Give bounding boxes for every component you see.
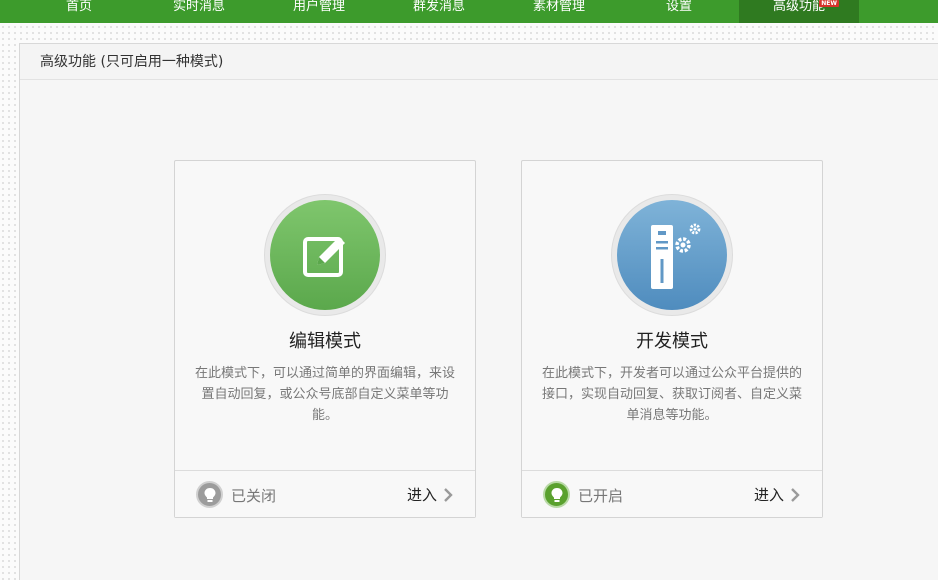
- dev-mode-footer: 已开启 进入: [522, 470, 822, 517]
- nav-item-realtime-messages[interactable]: 实时消息: [139, 0, 259, 23]
- nav-item-user-management[interactable]: 用户管理: [259, 0, 379, 23]
- panel-title: 高级功能 (只可启用一种模式): [20, 44, 938, 80]
- nav-item-materials[interactable]: 素材管理: [499, 0, 619, 23]
- nav-item-label: 素材管理: [532, 0, 585, 14]
- enter-label: 进入: [753, 486, 784, 504]
- nav-item-label: 用户管理: [292, 0, 345, 14]
- new-badge: NEW: [819, 0, 839, 7]
- status-label-on: 已开启: [578, 487, 624, 505]
- status-label-off: 已关闭: [231, 487, 277, 505]
- edit-mode-icon-ring: [264, 194, 386, 316]
- chevron-right-icon: [444, 487, 453, 502]
- nav-item-settings[interactable]: 设置: [619, 0, 739, 23]
- dev-mode-icon-ring: [611, 194, 733, 316]
- enter-label: 进入: [406, 486, 437, 504]
- top-nav: 首页 实时消息 用户管理 群发消息 素材管理 设置 高级功能 NEW: [0, 0, 938, 23]
- nav-item-advanced[interactable]: 高级功能 NEW: [739, 0, 859, 23]
- dev-mode-description: 在此模式下，开发者可以通过公众平台提供的接口，实现自动回复、获取订阅者、自定义菜…: [542, 366, 803, 423]
- nav-item-mass-messages[interactable]: 群发消息: [379, 0, 499, 23]
- bulb-off-icon: [196, 481, 223, 508]
- edit-mode-title: 编辑模式: [289, 331, 361, 352]
- bulb-on-icon: [543, 481, 570, 508]
- edit-mode-description: 在此模式下，可以通过简单的界面编辑，来设置自动回复，或公众号底部自定义菜单等功能…: [195, 366, 456, 423]
- dev-mode-card: 开发模式 在此模式下，开发者可以通过公众平台提供的接口，实现自动回复、获取订阅者…: [521, 160, 823, 518]
- dev-mode-title: 开发模式: [636, 331, 708, 352]
- chevron-right-icon: [791, 487, 800, 502]
- nav-item-label: 群发消息: [412, 0, 465, 14]
- edit-mode-card: 编辑模式 在此模式下，可以通过简单的界面编辑，来设置自动回复，或公众号底部自定义…: [174, 160, 476, 518]
- nav-item-home[interactable]: 首页: [19, 0, 139, 23]
- edit-mode-footer: 已关闭 进入: [175, 470, 475, 517]
- nav-item-label: 设置: [665, 0, 692, 14]
- nav-item-label: 首页: [65, 0, 92, 14]
- edit-mode-enter-link[interactable]: 进入: [407, 484, 453, 505]
- edit-icon: [270, 200, 380, 310]
- dev-mode-enter-link[interactable]: 进入: [754, 484, 800, 505]
- server-gear-icon: [617, 200, 727, 310]
- nav-item-label: 实时消息: [172, 0, 225, 14]
- nav-item-label: 高级功能: [772, 0, 825, 14]
